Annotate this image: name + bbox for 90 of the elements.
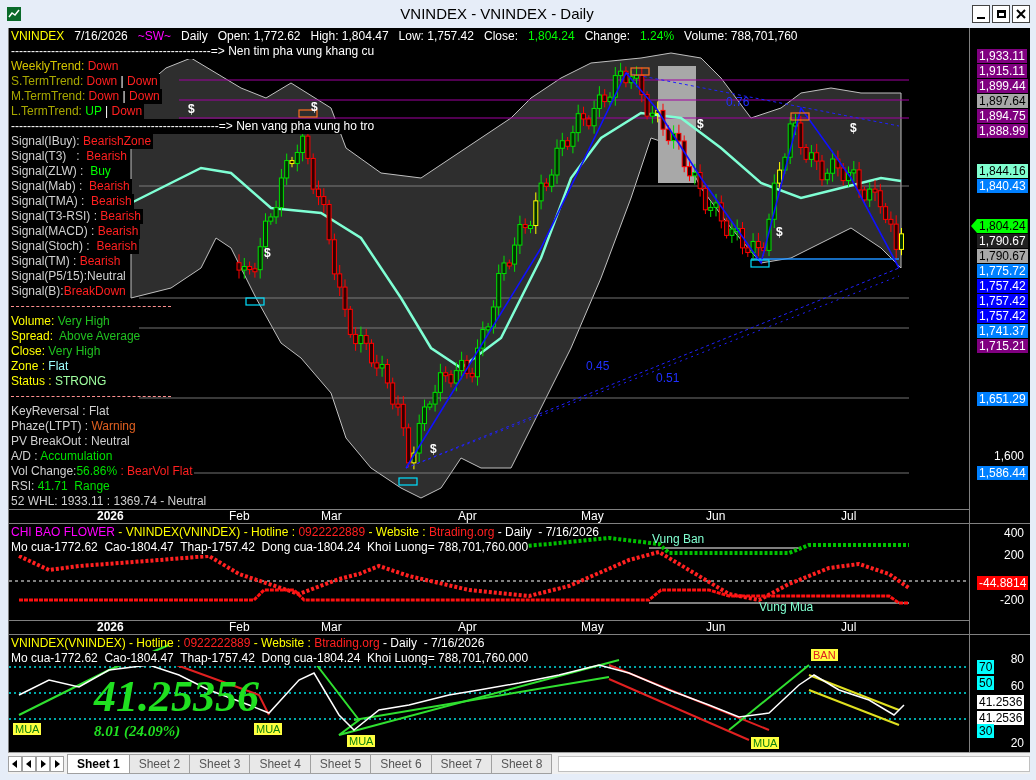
- price-tag: 1,897.64: [977, 94, 1028, 108]
- sell-signal-label: BAN: [811, 649, 838, 661]
- minimize-button[interactable]: [972, 5, 990, 23]
- price-tag: 41.2536: [977, 695, 1025, 709]
- horizontal-scrollbar[interactable]: [558, 755, 1030, 772]
- fibonacci-ratio-label: 0.76: [726, 96, 750, 108]
- sell-signal-marker: [630, 67, 650, 76]
- month-label: Apr: [458, 510, 477, 523]
- price-tag: 1,741.37: [977, 324, 1028, 338]
- price-tag: 1,888.99: [977, 124, 1028, 138]
- indicator-header: VNINDEX(VNINDEX) - Hotline : 0922222889 - Website : Btrading.org - Daily - 7/16/2026: [11, 636, 486, 651]
- sheet-tab[interactable]: Sheet 6: [370, 753, 432, 774]
- month-label: May: [581, 621, 604, 634]
- month-label: 2026: [97, 510, 124, 523]
- month-label: Mar: [321, 621, 342, 634]
- sheet-tab[interactable]: Sheet 1: [67, 753, 130, 774]
- zone-label: Vung Ban: [652, 533, 705, 546]
- sheet-nav-button[interactable]: [50, 755, 64, 772]
- price-tag: 1,915.11: [977, 64, 1027, 78]
- buy-signal-label: MUA: [347, 735, 376, 747]
- scale-tick-label: 200: [1003, 548, 1024, 562]
- close-button[interactable]: [1012, 5, 1030, 23]
- price-tag: 1,894.75: [977, 109, 1028, 123]
- price-tag: 30: [977, 724, 995, 738]
- month-label: Feb: [229, 621, 250, 634]
- sheet-nav-button[interactable]: [22, 755, 36, 772]
- app-icon: [6, 6, 22, 22]
- sheet-nav-button[interactable]: [8, 755, 22, 772]
- price-tag: 1,899.44: [977, 79, 1028, 93]
- price-tag: 41.2536: [977, 711, 1025, 725]
- dollar-signal-mark: $: [850, 122, 857, 134]
- sheet-tab[interactable]: Sheet 2: [128, 753, 191, 774]
- dollar-signal-mark: $: [264, 247, 271, 259]
- buy-signal-label: MUA: [13, 723, 42, 735]
- maximize-button[interactable]: [992, 5, 1010, 23]
- price-tag: 1,775.72: [977, 264, 1028, 278]
- sheet-tab[interactable]: Sheet 5: [309, 753, 372, 774]
- price-tag: 1,586.44: [977, 466, 1028, 480]
- price-tag: 1,844.16: [977, 164, 1028, 178]
- buy-signal-marker: [750, 259, 770, 268]
- dollar-signal-mark: $: [430, 443, 437, 455]
- indicator-header: CHI BAO FLOWER - VNINDEX(VNINDEX) - Hotline : 0922222889 - Website : Btrading.org - Daily - 7/16/2026: [11, 525, 600, 540]
- buy-signal-marker: [398, 477, 418, 486]
- buy-signal-label: MUA: [254, 723, 283, 735]
- rsi-change: 8.01 (24.09%): [94, 723, 181, 739]
- close-icon: [1016, 9, 1026, 19]
- month-label: Jun: [706, 510, 726, 523]
- month-label: 2026: [97, 621, 124, 634]
- price-tag: 70: [977, 660, 995, 674]
- price-tag: 1,757.42: [977, 279, 1028, 293]
- price-tag: 1,790.67: [977, 249, 1028, 263]
- price-tag: 1,651.29: [977, 392, 1028, 406]
- current-price-tag: 1,804.24: [971, 219, 1028, 233]
- sell-signal-marker: [790, 112, 810, 121]
- zone-label: Vung Mua: [759, 601, 814, 614]
- sheet-nav-button[interactable]: [36, 755, 50, 772]
- fibonacci-ratio-label: 0.51: [656, 372, 680, 384]
- price-tag: -44.8814: [977, 576, 1029, 590]
- month-label: Feb: [229, 510, 250, 523]
- price-tag: 1,715.21: [977, 339, 1028, 353]
- month-label: Jul: [841, 510, 857, 523]
- scale-tick-label: 1,600: [993, 449, 1024, 463]
- price-tag: 1,757.42: [977, 294, 1028, 308]
- sheet-tab[interactable]: Sheet 4: [249, 753, 311, 774]
- month-label: Mar: [321, 510, 342, 523]
- price-tag: 1,757.42: [977, 309, 1028, 323]
- price-tag: 50: [977, 676, 995, 690]
- sheet-tab[interactable]: Sheet 3: [189, 753, 251, 774]
- dollar-signal-mark: $: [776, 226, 783, 238]
- month-label: Jul: [841, 621, 857, 634]
- buy-signal-marker: [245, 297, 265, 306]
- window-title: VNINDEX - VNINDEX - Daily: [399, 3, 595, 24]
- scale-tick-label: 400: [1003, 526, 1024, 540]
- month-label: Jun: [706, 621, 726, 634]
- price-tag: 1,790.67: [977, 234, 1028, 248]
- scale-tick-label: 60: [1010, 679, 1024, 693]
- dollar-signal-mark: $: [188, 103, 195, 115]
- dollar-signal-mark: $: [697, 118, 704, 130]
- scale-tick-label: 20: [1010, 736, 1024, 750]
- price-tag: 1,933.11: [977, 49, 1027, 63]
- scale-tick-label: -200: [999, 593, 1024, 607]
- month-label: May: [581, 510, 604, 523]
- fibonacci-ratio-label: 0.45: [586, 360, 610, 372]
- buy-signal-label: MUA: [751, 737, 780, 749]
- scale-tick-label: 80: [1010, 652, 1024, 666]
- sheet-tab[interactable]: Sheet 7: [430, 753, 492, 774]
- quote-header: VNINDEX 7/16/2026 ~SW~ Daily Open: 1,772.62 High: 1,804.47 Low: 1,757.42 Close: 1,804.24 Change: 1.24% Volume: 788,701,760: [11, 29, 798, 44]
- sheet-tab[interactable]: Sheet 8: [490, 753, 553, 774]
- price-tag: 1,840.43: [977, 179, 1028, 193]
- month-label: Apr: [458, 621, 477, 634]
